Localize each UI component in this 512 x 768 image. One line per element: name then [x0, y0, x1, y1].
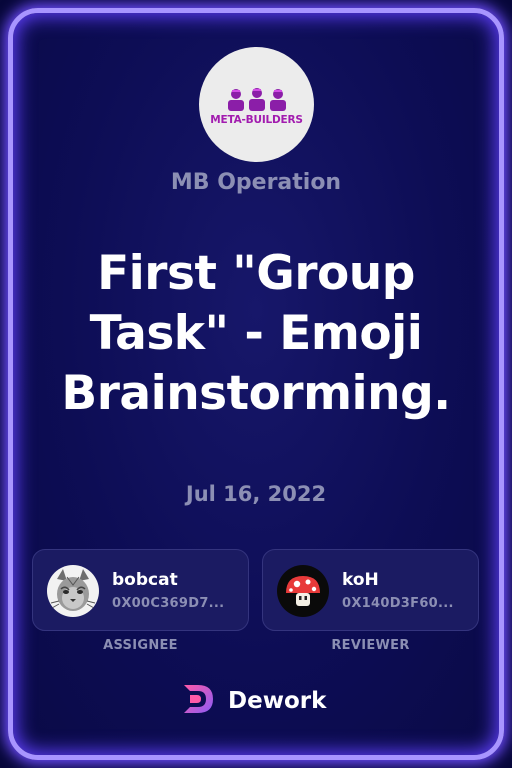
assignee-name: bobcat [112, 570, 178, 590]
task-title: First "Group Task" - Emoji Brainstorming… [61, 246, 451, 421]
dework-brand[interactable]: Dework [180, 683, 326, 719]
reviewer-role-label: REVIEWER [331, 638, 410, 653]
dework-logo-icon [180, 681, 218, 721]
assignee-role-label: ASSIGNEE [103, 638, 178, 653]
org-name: MB Operation [170, 170, 342, 195]
assignee-address: 0X00C369D7... [112, 596, 225, 611]
org-logo: META-BUILDERS [199, 47, 314, 162]
org-logo-text: META-BUILDERS [210, 113, 303, 126]
mushroom-avatar [277, 565, 329, 617]
reviewer-card[interactable]: koH 0X140D3F60... [262, 549, 479, 631]
team-icon [224, 87, 290, 112]
assignee-card[interactable]: bobcat 0X00C369D7... [32, 549, 249, 631]
reviewer-name: koH [342, 570, 379, 590]
reviewer-address: 0X140D3F60... [342, 596, 454, 611]
dework-brand-name: Dework [228, 688, 327, 714]
task-date: Jul 16, 2022 [185, 482, 327, 506]
bobcat-avatar [47, 565, 99, 617]
